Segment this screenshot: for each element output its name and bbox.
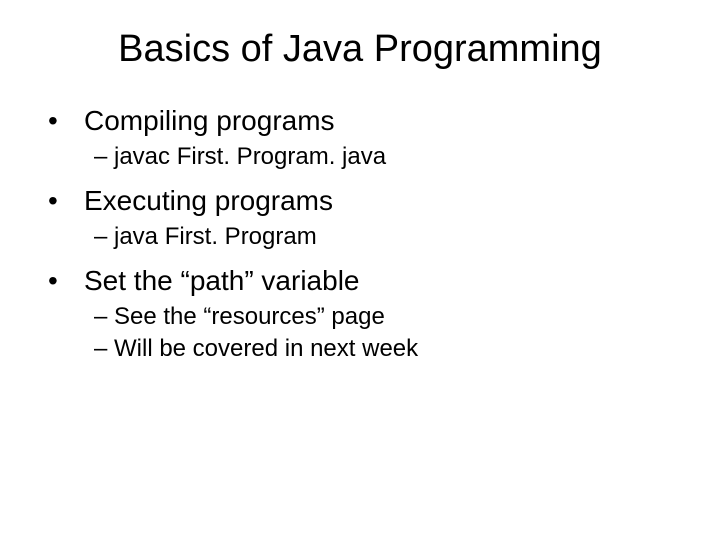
slide-content: • Compiling programs – javac First. Prog… xyxy=(40,105,680,363)
dash-icon: – xyxy=(94,223,114,251)
list-item: – java First. Program xyxy=(48,223,680,251)
dash-icon: – xyxy=(94,335,114,363)
section-heading: Executing programs xyxy=(84,185,333,217)
dash-icon: – xyxy=(94,303,114,331)
sub-item-text: Will be covered in next week xyxy=(114,335,418,363)
sub-item-text: See the “resources” page xyxy=(114,303,385,331)
list-item: • Compiling programs xyxy=(48,105,680,137)
list-item: – See the “resources” page xyxy=(48,303,680,331)
section-executing: • Executing programs – java First. Progr… xyxy=(48,185,680,251)
section-heading: Set the “path” variable xyxy=(84,265,360,297)
sub-item-text: java First. Program xyxy=(114,223,317,251)
bullet-icon: • xyxy=(48,105,84,137)
list-item: • Executing programs xyxy=(48,185,680,217)
section-heading: Compiling programs xyxy=(84,105,335,137)
section-path: • Set the “path” variable – See the “res… xyxy=(48,265,680,363)
bullet-icon: • xyxy=(48,185,84,217)
dash-icon: – xyxy=(94,143,114,171)
bullet-icon: • xyxy=(48,265,84,297)
list-item: • Set the “path” variable xyxy=(48,265,680,297)
section-compiling: • Compiling programs – javac First. Prog… xyxy=(48,105,680,171)
sub-item-text: javac First. Program. java xyxy=(114,143,386,171)
list-item: – javac First. Program. java xyxy=(48,143,680,171)
slide-title: Basics of Java Programming xyxy=(40,28,680,71)
list-item: – Will be covered in next week xyxy=(48,335,680,363)
